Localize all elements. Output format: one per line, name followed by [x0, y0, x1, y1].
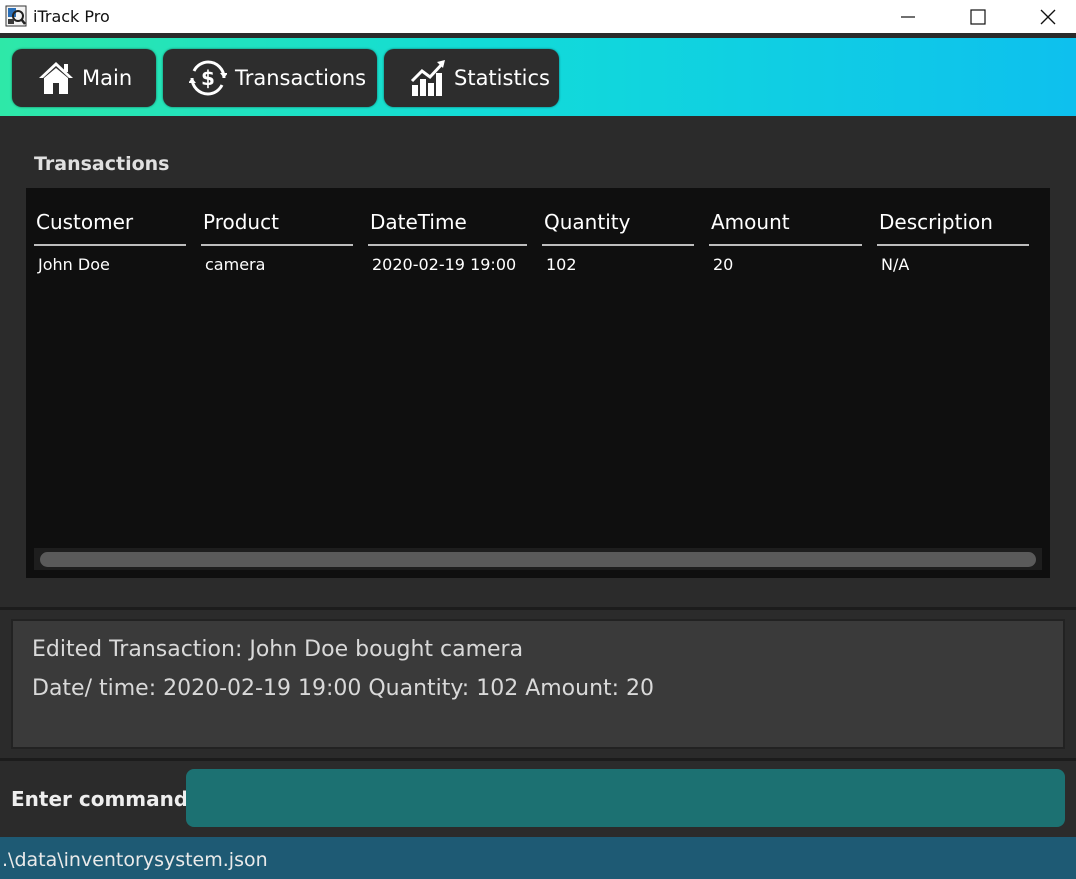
scrollbar-thumb[interactable]	[40, 552, 1036, 567]
status-bar: .\data\inventorysystem.json	[0, 837, 1076, 879]
tab-statistics[interactable]: Statistics	[384, 49, 559, 107]
minimize-button[interactable]	[873, 0, 943, 33]
section-divider	[0, 758, 1076, 761]
horizontal-scrollbar[interactable]	[34, 548, 1042, 570]
cell-product: camera	[205, 255, 266, 274]
tab-transactions[interactable]: $ Transactions	[163, 49, 377, 107]
title-bar: iTrack Pro	[0, 0, 1076, 33]
maximize-button[interactable]	[943, 0, 1013, 33]
transactions-table: Customer Product DateTime Quantity Amoun…	[26, 188, 1050, 578]
home-icon	[39, 62, 73, 94]
cell-datetime: 2020-02-19 19:00	[372, 255, 517, 274]
result-line-1: Edited Transaction: John Doe bought came…	[32, 637, 524, 662]
cell-quantity: 102	[546, 255, 577, 274]
maximize-icon	[970, 8, 986, 25]
chart-growth-icon	[410, 60, 445, 96]
tab-bar: Main $ Transactions Statistics	[0, 38, 1076, 116]
result-display: Edited Transaction: John Doe bought came…	[11, 619, 1065, 749]
data-file-path: .\data\inventorysystem.json	[2, 849, 268, 871]
command-label: Enter command	[11, 787, 189, 811]
column-header-product[interactable]: Product	[201, 210, 353, 246]
tab-main-label: Main	[82, 66, 133, 90]
column-header-datetime[interactable]: DateTime	[368, 210, 527, 246]
minimize-icon	[901, 15, 915, 18]
tab-transactions-label: Transactions	[235, 66, 367, 90]
section-divider	[0, 607, 1076, 610]
column-header-quantity[interactable]: Quantity	[542, 210, 694, 246]
column-header-amount[interactable]: Amount	[709, 210, 862, 246]
command-input[interactable]	[186, 769, 1065, 827]
app-logo-icon	[5, 5, 27, 27]
column-header-description[interactable]: Description	[877, 210, 1029, 246]
cell-customer: John Doe	[38, 255, 110, 274]
window-title: iTrack Pro	[33, 7, 110, 26]
close-icon	[1040, 9, 1056, 24]
cell-description: N/A	[881, 255, 910, 274]
tab-statistics-label: Statistics	[454, 66, 550, 90]
svg-text:$: $	[201, 66, 215, 90]
dollar-cycle-icon: $	[189, 60, 227, 96]
tab-main[interactable]: Main	[12, 49, 156, 107]
result-line-2: Date/ time: 2020-02-19 19:00 Quantity: 1…	[32, 676, 655, 701]
close-button[interactable]	[1013, 0, 1076, 33]
cell-amount: 20	[713, 255, 734, 274]
transactions-panel-title: Transactions	[34, 153, 170, 175]
column-header-customer[interactable]: Customer	[34, 210, 186, 246]
